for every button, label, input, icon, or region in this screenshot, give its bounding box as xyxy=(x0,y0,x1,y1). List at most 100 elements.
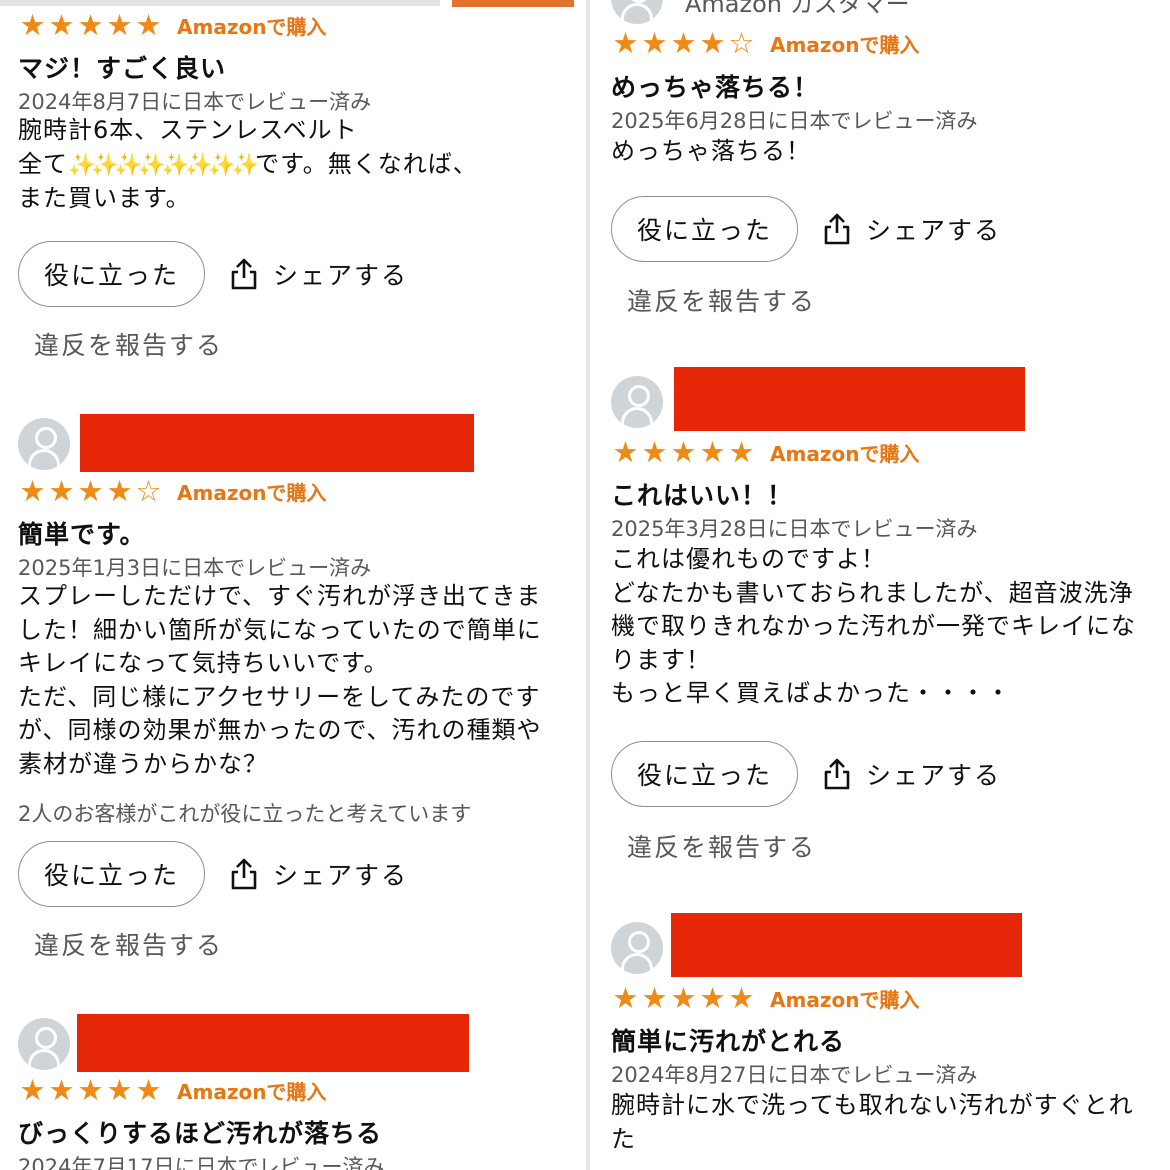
star-empty-icon: ☆ xyxy=(135,474,162,508)
review-date: 2025年1月3日に日本でレビュー済み xyxy=(18,556,372,580)
star-rating[interactable]: ★ ★ ★ ★ ☆ xyxy=(18,476,163,506)
rating-row: ★ ★ ★ ★ ★ Amazonで購入 xyxy=(611,437,920,467)
review-text-line: が、同様の効果が無かったので、汚れの種類や xyxy=(18,716,542,744)
verified-purchase-badge: Amazonで購入 xyxy=(177,14,327,39)
redacted-reviewer-name xyxy=(80,414,474,472)
rating-row: ★ ★ ★ ★ ☆ Amazonで購入 xyxy=(18,476,327,506)
verified-purchase-badge: Amazonで購入 xyxy=(770,32,920,57)
review-actions: 役に立った シェアする xyxy=(18,241,408,307)
review-text-line: ただ、同じ様にアクセサリーをしてみたのです xyxy=(18,682,541,711)
share-label: シェアする xyxy=(273,261,409,290)
star-filled-icon: ★ xyxy=(699,981,726,1015)
review-text-line: 腕時計に水で洗っても取れない汚れがすぐとれ xyxy=(611,1091,1134,1119)
share-label: シェアする xyxy=(866,761,1002,790)
screenshot-divider xyxy=(586,0,590,1170)
star-filled-icon: ★ xyxy=(728,981,755,1015)
star-filled-icon: ★ xyxy=(19,474,46,508)
verified-purchase-badge: Amazonで購入 xyxy=(177,1079,327,1104)
review-date: 2025年6月28日に日本でレビュー済み xyxy=(611,109,978,133)
review-text-line: した！細かい箇所が気になっていたので簡単に xyxy=(18,615,542,644)
share-button[interactable]: シェアする xyxy=(229,256,408,292)
report-abuse-link[interactable]: 違反を報告する xyxy=(627,828,816,864)
review-date: 2025年3月28日に日本でレビュー済み xyxy=(611,517,978,541)
star-filled-icon: ★ xyxy=(670,26,697,60)
helpful-button[interactable]: 役に立った xyxy=(611,196,798,262)
share-button[interactable]: シェアする xyxy=(229,856,408,892)
share-icon xyxy=(231,258,257,290)
star-empty-icon: ☆ xyxy=(728,26,755,60)
review-text-line: スプレーしただけで、すぐ汚れが浮き出てきま xyxy=(18,582,542,610)
star-rating[interactable]: ★ ★ ★ ★ ★ xyxy=(18,1075,163,1105)
share-button[interactable]: シェアする xyxy=(822,211,1001,247)
redacted-reviewer-name xyxy=(77,1014,469,1072)
review-text-line: また買います。 xyxy=(18,184,191,212)
star-filled-icon: ★ xyxy=(19,8,46,42)
share-button[interactable]: シェアする xyxy=(822,756,1001,792)
review-date: 2024年7月17日に日本でレビュー済み xyxy=(18,1155,385,1170)
star-filled-icon: ★ xyxy=(641,26,668,60)
report-abuse-link[interactable]: 違反を報告する xyxy=(34,326,223,362)
avatar xyxy=(611,922,663,974)
review-title[interactable]: びっくりするほど汚れが落ちる xyxy=(18,1114,382,1150)
share-icon xyxy=(824,213,850,245)
review-date: 2024年8月7日に日本でレビュー済み xyxy=(18,90,372,114)
star-filled-icon: ★ xyxy=(641,981,668,1015)
review-text-line: た xyxy=(611,1124,636,1153)
star-filled-icon: ★ xyxy=(135,8,162,42)
star-filled-icon: ★ xyxy=(77,8,104,42)
star-filled-icon: ★ xyxy=(19,1073,46,1107)
star-rating[interactable]: ★ ★ ★ ★ ★ xyxy=(611,983,756,1013)
verified-purchase-badge: Amazonで購入 xyxy=(770,441,920,466)
star-filled-icon: ★ xyxy=(699,26,726,60)
helpful-button[interactable]: 役に立った xyxy=(18,841,205,907)
review-text-line: 腕時計6本、ステンレスベルト xyxy=(18,116,358,144)
review-title[interactable]: 簡単に汚れがとれる xyxy=(611,1022,845,1058)
star-filled-icon: ★ xyxy=(612,435,639,469)
review-text-line: これは優れものですよ！ xyxy=(611,545,886,573)
avatar xyxy=(611,376,663,428)
rating-row: ★ ★ ★ ★ ★ Amazonで購入 xyxy=(18,10,327,40)
review-title[interactable]: めっちゃ落ちる！ xyxy=(611,68,819,104)
review-text-line: もっと早く買えばよかった・・・・ xyxy=(611,679,1011,707)
star-filled-icon: ★ xyxy=(48,474,75,508)
star-filled-icon: ★ xyxy=(135,1073,162,1107)
star-filled-icon: ★ xyxy=(106,474,133,508)
sparkles-emoji: ✨✨✨✨✨✨✨✨ xyxy=(68,153,259,178)
share-label: シェアする xyxy=(866,216,1002,245)
report-abuse-link[interactable]: 違反を報告する xyxy=(627,282,816,318)
verified-purchase-badge: Amazonで購入 xyxy=(770,987,920,1012)
star-filled-icon: ★ xyxy=(77,1073,104,1107)
review-date: 2024年8月27日に日本でレビュー済み xyxy=(611,1063,978,1087)
left-review-column: ★ ★ ★ ★ ★ Amazonで購入 マジ！すごく良い 2024年8月7日に日本でレビ… xyxy=(0,0,583,1170)
review-title[interactable]: 簡単です。 xyxy=(18,515,146,551)
star-filled-icon: ★ xyxy=(106,8,133,42)
star-filled-icon: ★ xyxy=(77,474,104,508)
redacted-reviewer-name xyxy=(671,913,1022,977)
redacted-reviewer-name xyxy=(674,367,1025,431)
review-text-line: ります！ xyxy=(611,645,711,674)
report-abuse-link[interactable]: 違反を報告する xyxy=(34,926,223,962)
helpful-button[interactable]: 役に立った xyxy=(18,241,205,307)
helpful-button[interactable]: 役に立った xyxy=(611,741,798,807)
review-text-line: めっちゃ落ちる！ xyxy=(611,137,811,165)
star-filled-icon: ★ xyxy=(48,1073,75,1107)
star-filled-icon: ★ xyxy=(670,981,697,1015)
verified-purchase-badge: Amazonで購入 xyxy=(177,480,327,505)
share-icon xyxy=(824,758,850,790)
share-icon xyxy=(231,858,257,890)
avatar xyxy=(18,1018,70,1070)
star-rating[interactable]: ★ ★ ★ ★ ★ xyxy=(611,437,756,467)
star-filled-icon: ★ xyxy=(699,435,726,469)
star-rating[interactable]: ★ ★ ★ ★ ★ xyxy=(18,10,163,40)
review-title[interactable]: マジ！すごく良い xyxy=(18,49,226,85)
right-review-column: Amazon カスタマー ★ ★ ★ ★ ☆ Amazonで購入 めっちゃ落ちる！ 20… xyxy=(593,0,1170,1170)
review-text-fragment: 全て xyxy=(18,150,68,178)
star-filled-icon: ★ xyxy=(612,981,639,1015)
star-rating[interactable]: ★ ★ ★ ★ ☆ xyxy=(611,28,756,58)
review-text-line: どなたかも書いておられましたが、超音波洗浄 xyxy=(611,578,1134,607)
helpful-count: 2人のお客様がこれが役に立ったと考えています xyxy=(18,802,472,826)
review-actions: 役に立った シェアする xyxy=(611,196,1001,262)
review-title[interactable]: これはいい！！ xyxy=(611,476,793,512)
review-actions: 役に立った シェアする xyxy=(611,741,1001,807)
review-text-line: キレイになって気持ちいいです。 xyxy=(18,649,389,677)
